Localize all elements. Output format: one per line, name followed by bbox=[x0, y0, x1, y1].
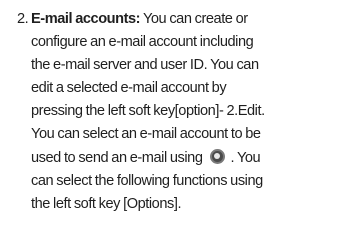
line-2: configure an e-mail account including bbox=[31, 34, 254, 51]
item-number: 2. bbox=[17, 11, 29, 27]
line-9: the left soft key [Options]. bbox=[31, 195, 182, 212]
item-heading: E-mail accounts: bbox=[31, 11, 141, 27]
line-7: used to send an e-mail using . You bbox=[31, 147, 335, 170]
line-6: You can select an e-mail account to be bbox=[31, 126, 261, 143]
line-4: edit a selected e-mail account by bbox=[31, 80, 227, 97]
line-7-text: used to send an e-mail using bbox=[31, 149, 203, 166]
line-5: pressing the left soft key[option]- 2.Ed… bbox=[31, 103, 265, 120]
list-item-email-accounts: 2. E-mail accounts: You can create or co… bbox=[17, 8, 335, 216]
line-7-tail: . You bbox=[230, 149, 261, 166]
line-1: E-mail accounts: You can create or bbox=[31, 8, 335, 31]
line-3: the e-mail server and user ID. You can bbox=[31, 57, 259, 74]
line-1-text: You can create or bbox=[142, 11, 248, 27]
line-8: can select the following functions using bbox=[31, 172, 263, 189]
document-page: 2. E-mail accounts: You can create or co… bbox=[17, 8, 335, 216]
item-body: E-mail accounts: You can create or confi… bbox=[31, 8, 335, 216]
ok-key-icon bbox=[209, 148, 225, 164]
